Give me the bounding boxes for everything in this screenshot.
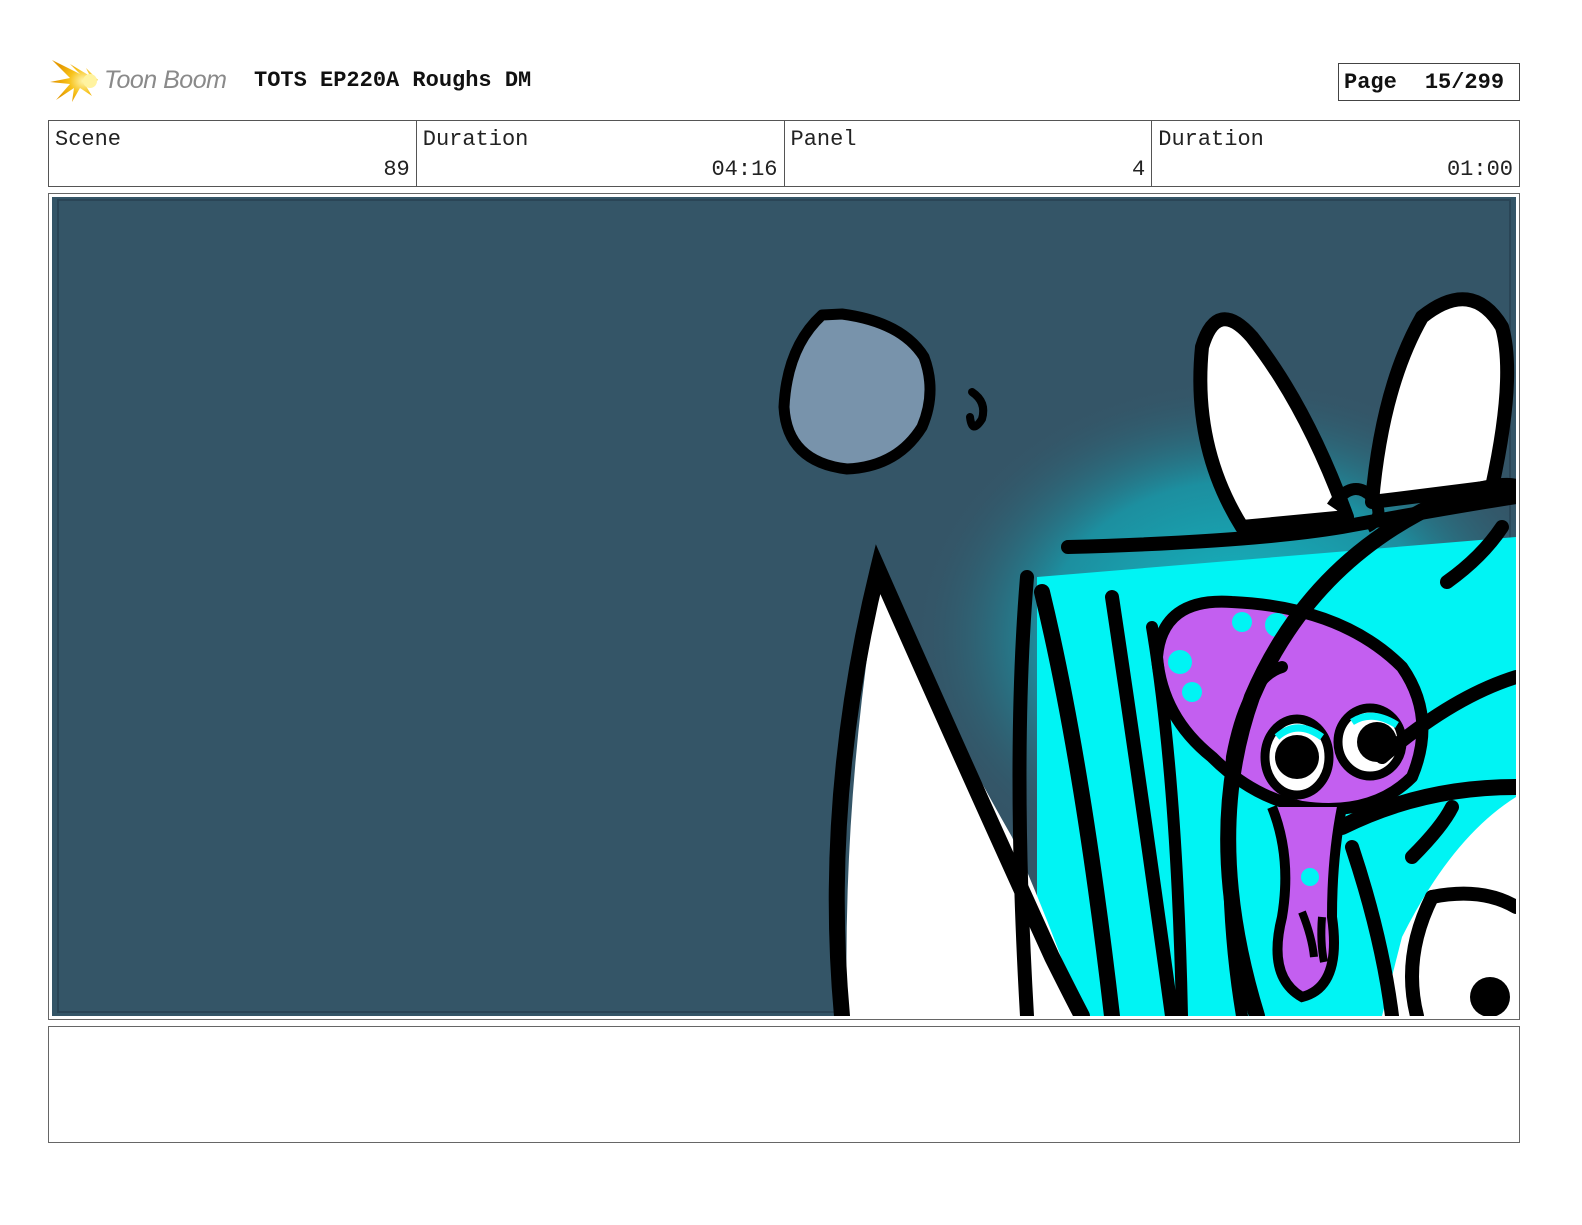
scene-info-table: Scene 89 Duration 04:16 Panel 4 Duration… (48, 120, 1520, 187)
notes-box (48, 1026, 1520, 1143)
scene-value: 89 (383, 157, 410, 182)
logo-wordmark: Toon Boom (104, 66, 227, 94)
scene-duration-value: 04:16 (711, 157, 778, 182)
drawing-canvas (52, 197, 1516, 1016)
creature-body (1267, 805, 1347, 1003)
panel-duration-cell: Duration 01:00 (1152, 121, 1519, 186)
scene-duration-cell: Duration 04:16 (417, 121, 785, 186)
panel-duration-label: Duration (1158, 127, 1264, 152)
panel-cell: Panel 4 (785, 121, 1153, 186)
storyboard-drawing (52, 197, 1516, 1016)
scene-cell: Scene 89 (49, 121, 417, 186)
panel-label: Panel (790, 127, 857, 152)
starburst-icon (50, 60, 98, 102)
moon (778, 308, 936, 475)
page-number: 15/299 (1424, 69, 1505, 95)
toon-boom-logo: Toon Boom (50, 56, 240, 108)
page-label: Page (1344, 69, 1397, 95)
scene-label: Scene (55, 127, 122, 152)
panel-duration-value: 01:00 (1446, 157, 1513, 182)
panel-value: 4 (1132, 157, 1146, 182)
scene-duration-label: Duration (422, 127, 529, 152)
page-indicator: Page 15/299 (1338, 63, 1520, 101)
document-title: TOTS EP220A Roughs DM (254, 68, 532, 93)
